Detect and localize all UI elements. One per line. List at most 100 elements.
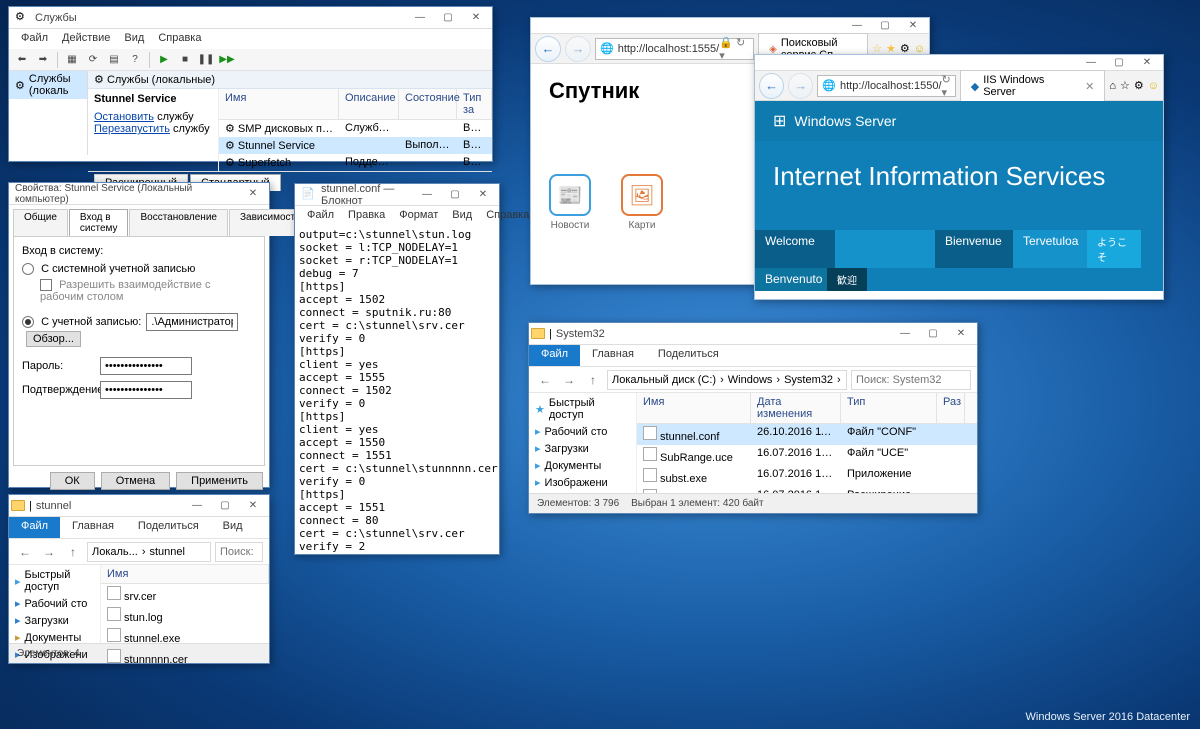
sidebar-item[interactable]: ▸Загрузки bbox=[529, 440, 636, 457]
file-row[interactable]: stunnel.exe bbox=[101, 626, 269, 647]
tile-news[interactable]: 📰 Новости bbox=[549, 174, 591, 231]
service-row[interactable]: ⚙ SMP дисковых пространств...Служба уз..… bbox=[219, 120, 492, 137]
tab-close-icon[interactable]: ✕ bbox=[1085, 80, 1094, 93]
ribbon-file[interactable]: Файл bbox=[9, 517, 60, 538]
close-button[interactable]: ✕ bbox=[462, 9, 490, 27]
menu-format[interactable]: Формат bbox=[393, 208, 444, 224]
sidebar-item[interactable]: ▸Документы bbox=[529, 457, 636, 474]
tab-logon[interactable]: Вход в систему bbox=[69, 209, 129, 236]
menu-edit[interactable]: Правка bbox=[342, 208, 391, 224]
ribbon-file[interactable]: Файл bbox=[529, 345, 580, 366]
export-icon[interactable]: ▤ bbox=[105, 51, 123, 69]
minimize-button[interactable]: — bbox=[406, 9, 434, 27]
sidebar-item[interactable]: ▸Быстрый доступ bbox=[9, 567, 100, 595]
file-row[interactable]: sud.dll16.07.2016 16:18Расширение при... bbox=[637, 487, 977, 493]
service-row[interactable]: ⚙ SuperfetchПоддержи...Вручн bbox=[219, 154, 492, 171]
menu-file[interactable]: Файл bbox=[15, 31, 54, 47]
close-button[interactable]: ✕ bbox=[239, 497, 267, 515]
col-name[interactable]: Имя bbox=[219, 89, 339, 119]
ribbon-home[interactable]: Главная bbox=[60, 517, 126, 538]
star-icon[interactable]: ☆ bbox=[1120, 79, 1130, 92]
ribbon-share[interactable]: Поделиться bbox=[646, 345, 731, 366]
col-state[interactable]: Состояние bbox=[399, 89, 457, 119]
maximize-button[interactable]: ▢ bbox=[919, 325, 947, 343]
close-button[interactable]: ✕ bbox=[239, 185, 267, 203]
maximize-button[interactable]: ▢ bbox=[441, 186, 469, 204]
sidebar-item[interactable]: ▸Загрузки bbox=[9, 612, 100, 629]
sidebar-item[interactable]: ★Быстрый доступ bbox=[529, 395, 636, 423]
maximize-button[interactable]: ▢ bbox=[1105, 54, 1133, 72]
file-row[interactable]: srv.cer bbox=[101, 584, 269, 605]
close-button[interactable]: ✕ bbox=[899, 17, 927, 35]
apply-button[interactable]: Применить bbox=[176, 472, 263, 490]
nav-forward[interactable]: → bbox=[39, 545, 59, 559]
nav-forward[interactable]: → bbox=[559, 373, 579, 387]
col-desc[interactable]: Описание bbox=[339, 89, 399, 119]
back-button[interactable]: ⬅ bbox=[13, 51, 31, 69]
col-size[interactable]: Раз bbox=[937, 393, 965, 423]
ie-address-bar[interactable]: 🌐 http://localhost:1550/ ↻ ▾ bbox=[817, 75, 955, 97]
file-row[interactable]: subst.exe16.07.2016 16:18Приложение bbox=[637, 466, 977, 487]
refresh-icon[interactable]: ⟳ bbox=[84, 51, 102, 69]
col-type[interactable]: Тип bbox=[841, 393, 937, 423]
nav-up[interactable]: ↑ bbox=[583, 373, 603, 387]
radio-this-account[interactable] bbox=[22, 316, 34, 328]
cancel-button[interactable]: Отмена bbox=[101, 472, 170, 490]
restart-icon[interactable]: ▶▶ bbox=[218, 51, 236, 69]
props-titlebar[interactable]: Свойства: Stunnel Service (Локальный ком… bbox=[9, 183, 269, 205]
nav-up[interactable]: ↑ bbox=[63, 545, 83, 559]
breadcrumb[interactable]: Локаль...› stunnel bbox=[87, 542, 211, 562]
services-titlebar[interactable]: ⚙ Службы — ▢ ✕ bbox=[9, 7, 492, 29]
col-name[interactable]: Имя bbox=[101, 565, 269, 583]
menu-help[interactable]: Справка bbox=[480, 208, 535, 224]
account-input[interactable] bbox=[146, 313, 238, 331]
pause-icon[interactable]: ❚❚ bbox=[197, 51, 215, 69]
tile-images[interactable]: 🖼 Карти bbox=[621, 174, 663, 231]
menu-file[interactable]: Файл bbox=[301, 208, 340, 224]
minimize-button[interactable]: — bbox=[1077, 54, 1105, 72]
toolbar-view-icon[interactable]: ▦ bbox=[63, 51, 81, 69]
maximize-button[interactable]: ▢ bbox=[871, 17, 899, 35]
stop-icon[interactable]: ■ bbox=[176, 51, 194, 69]
close-button[interactable]: ✕ bbox=[1133, 54, 1161, 72]
restart-service-link[interactable]: Перезапустить bbox=[94, 123, 170, 135]
sidebar-item[interactable]: ▸Рабочий сто bbox=[529, 423, 636, 440]
file-row[interactable]: stunnnnn.cer bbox=[101, 647, 269, 668]
ie-forward-button[interactable]: → bbox=[565, 36, 591, 62]
radio-system-account[interactable] bbox=[22, 263, 34, 275]
sidebar-item[interactable]: ▸Рабочий сто bbox=[9, 595, 100, 612]
sidebar-item[interactable]: ▸Документы bbox=[9, 629, 100, 646]
col-type[interactable]: Тип за bbox=[457, 89, 492, 119]
nav-back[interactable]: ← bbox=[15, 545, 35, 559]
play-icon[interactable]: ▶ bbox=[155, 51, 173, 69]
sidebar-item[interactable]: stunnel bbox=[529, 491, 636, 493]
ribbon-share[interactable]: Поделиться bbox=[126, 517, 211, 538]
minimize-button[interactable]: — bbox=[843, 17, 871, 35]
password-input[interactable] bbox=[100, 357, 192, 375]
browse-button[interactable]: Обзор... bbox=[26, 331, 81, 347]
tree-services-local[interactable]: ⚙ Службы (локаль bbox=[9, 71, 87, 99]
file-row[interactable]: SubRange.uce16.07.2016 16:19Файл "UCE" bbox=[637, 445, 977, 466]
ie-tab[interactable]: ◆ IIS Windows Server ✕ bbox=[960, 70, 1106, 101]
ribbon-home[interactable]: Главная bbox=[580, 345, 646, 366]
menu-action[interactable]: Действие bbox=[56, 31, 116, 47]
forward-button[interactable]: ➡ bbox=[34, 51, 52, 69]
maximize-button[interactable]: ▢ bbox=[211, 497, 239, 515]
sidebar-item[interactable]: ▸Изображени bbox=[529, 474, 636, 491]
minimize-button[interactable]: — bbox=[891, 325, 919, 343]
stop-service-link[interactable]: Остановить bbox=[94, 111, 154, 123]
home-icon[interactable]: ⌂ bbox=[1109, 80, 1116, 92]
minimize-button[interactable]: — bbox=[183, 497, 211, 515]
nav-back[interactable]: ← bbox=[535, 373, 555, 387]
file-row[interactable]: stunnel.conf26.10.2016 11:01Файл "CONF" bbox=[637, 424, 977, 445]
smiley-icon[interactable]: ☺ bbox=[1148, 80, 1159, 92]
menu-view[interactable]: Вид bbox=[446, 208, 478, 224]
minimize-button[interactable]: — bbox=[413, 186, 441, 204]
search-input[interactable] bbox=[851, 370, 971, 390]
confirm-password-input[interactable] bbox=[100, 381, 192, 399]
ie-back-button[interactable]: ← bbox=[759, 73, 784, 99]
smiley-icon[interactable]: ☺ bbox=[914, 43, 925, 55]
menu-help[interactable]: Справка bbox=[152, 31, 207, 47]
breadcrumb[interactable]: Локальный диск (C:)› Windows› System32› bbox=[607, 370, 847, 390]
tab-general[interactable]: Общие bbox=[13, 209, 68, 236]
